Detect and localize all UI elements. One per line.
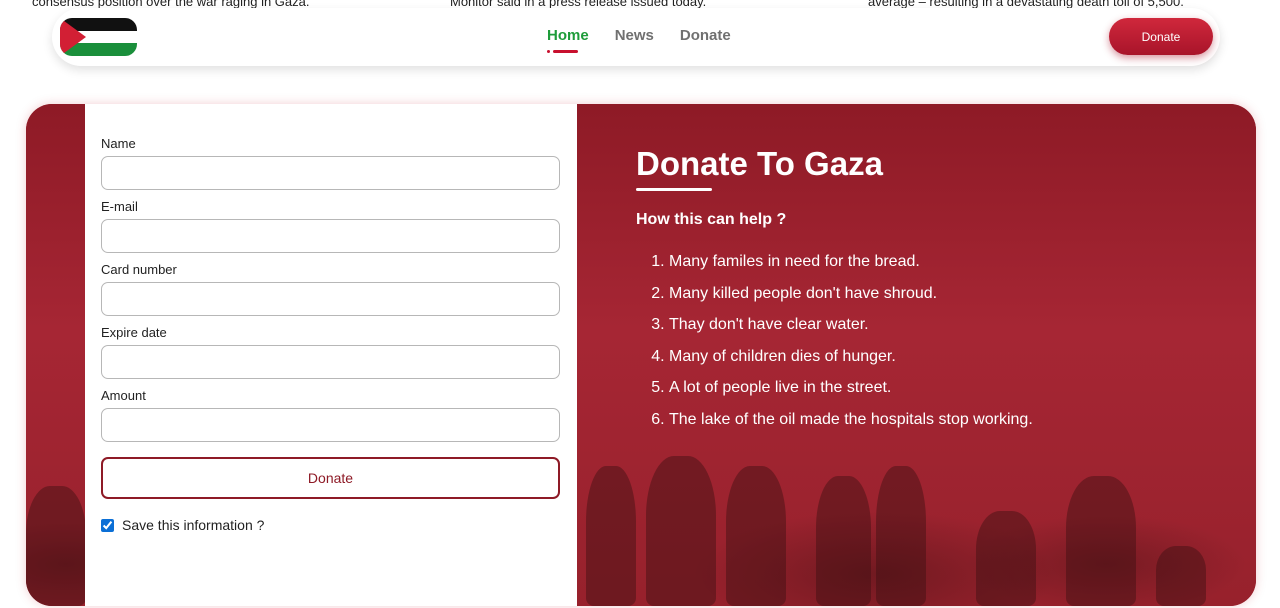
help-list: Many familes in need for the bread. Many… — [636, 252, 1216, 430]
email-field-group: E-mail — [101, 200, 561, 253]
page: consensus position over the war raging i… — [0, 0, 1280, 608]
card-number-field-group: Card number — [101, 263, 561, 316]
name-label: Name — [101, 136, 136, 151]
save-info-checkbox[interactable] — [101, 518, 114, 532]
name-field-group: Name — [101, 137, 561, 190]
info-title: Donate To Gaza — [636, 145, 883, 182]
card-number-input[interactable] — [101, 282, 560, 316]
amount-field-group: Amount — [101, 389, 561, 442]
info-subtitle: How this can help ? — [636, 211, 787, 228]
amount-label: Amount — [101, 388, 146, 403]
donate-submit-button[interactable]: Donate — [101, 457, 560, 499]
active-nav-indicator — [547, 50, 578, 53]
nav-link-home[interactable]: Home — [547, 27, 589, 44]
info-panel: Donate To Gaza How this can help ? Many … — [636, 144, 1216, 441]
expire-date-input[interactable] — [101, 345, 560, 379]
donation-form: Name E-mail Card number Expire date Amou… — [85, 104, 577, 606]
help-list-item: Many familes in need for the bread. — [669, 252, 1216, 272]
email-label: E-mail — [101, 199, 138, 214]
save-info-label: Save this information ? — [122, 517, 265, 533]
help-list-item: Thay don't have clear water. — [669, 315, 1216, 335]
help-list-item: Many of children dies of hunger. — [669, 347, 1216, 367]
expire-date-label: Expire date — [101, 325, 167, 340]
nav-donate-button[interactable]: Donate — [1109, 18, 1213, 55]
help-list-item: A lot of people live in the street. — [669, 378, 1216, 398]
help-list-item: The lake of the oil made the hospitals s… — [669, 410, 1216, 430]
donation-card: Name E-mail Card number Expire date Amou… — [26, 104, 1256, 606]
save-info-row: Save this information ? — [101, 517, 561, 533]
navbar: Home News Donate Donate — [52, 8, 1220, 66]
title-underline — [636, 188, 712, 191]
amount-input[interactable] — [101, 408, 560, 442]
help-list-item: Many killed people don't have shroud. — [669, 284, 1216, 304]
card-number-label: Card number — [101, 262, 177, 277]
email-input[interactable] — [101, 219, 560, 253]
nav-link-donate[interactable]: Donate — [680, 27, 731, 44]
name-input[interactable] — [101, 156, 560, 190]
nav-link-news[interactable]: News — [615, 27, 654, 44]
nav-links: Home News Donate — [547, 27, 731, 53]
expire-date-field-group: Expire date — [101, 326, 561, 379]
palestine-flag-icon[interactable] — [60, 18, 137, 56]
